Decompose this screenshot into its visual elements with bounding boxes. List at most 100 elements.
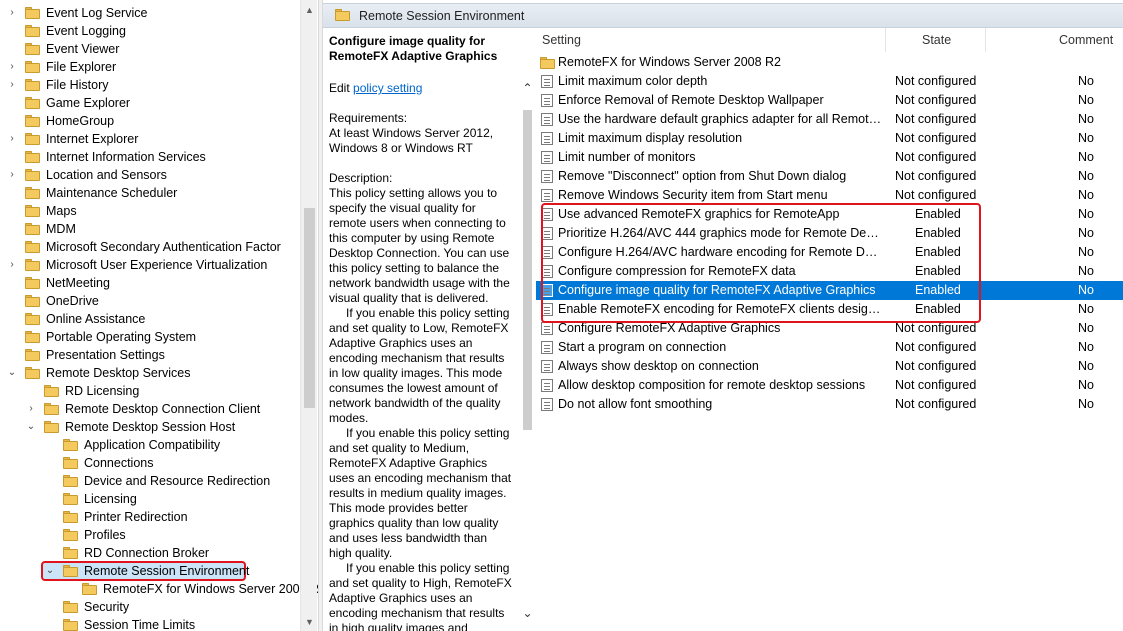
policy-row[interactable]: Allow desktop composition for remote des…	[536, 376, 1123, 395]
tree-item[interactable]: Application Compatibility	[0, 436, 300, 454]
tree-item[interactable]: NetMeeting	[0, 274, 300, 292]
tree-item[interactable]: RD Licensing	[0, 382, 300, 400]
chevron-right-icon[interactable]: ›	[6, 166, 18, 184]
tree-item[interactable]: OneDrive	[0, 292, 300, 310]
settings-list[interactable]: Setting State Comment RemoteFX for Windo…	[536, 28, 1123, 631]
tree-item[interactable]: Event Viewer	[0, 40, 300, 58]
policy-row[interactable]: Limit number of monitors Not configured No	[536, 148, 1123, 167]
chevron-right-icon[interactable]: ›	[6, 76, 18, 94]
tree-item[interactable]: MDM	[0, 220, 300, 238]
policy-row[interactable]: Configure compression for RemoteFX data E…	[536, 262, 1123, 281]
policy-setting-link[interactable]: policy setting	[353, 81, 422, 95]
tree-item[interactable]: Maintenance Scheduler	[0, 184, 300, 202]
tree-item[interactable]: Maps	[0, 202, 300, 220]
setting-comment: No	[1078, 93, 1094, 107]
tree-item-label: Portable Operating System	[46, 330, 197, 344]
setting-name: Use the hardware default graphics adapte…	[558, 112, 883, 126]
chevron-right-icon[interactable]: ›	[25, 400, 37, 418]
policy-row[interactable]: Limit maximum color depth Not configured N…	[536, 72, 1123, 91]
tree-item[interactable]: Device and Resource Redirection	[0, 472, 300, 490]
tree-item[interactable]: ⌄ Remote Desktop Services	[0, 364, 300, 382]
tree-item[interactable]: › Remote Desktop Connection Client	[0, 400, 300, 418]
tree-item[interactable]: Licensing	[0, 490, 300, 508]
setting-state: Enabled	[915, 264, 961, 278]
tree-item[interactable]: Printer Redirection	[0, 508, 300, 526]
tree-item[interactable]: Internet Information Services	[0, 148, 300, 166]
scroll-down-icon[interactable]: ▼	[301, 614, 318, 631]
setting-state: Not configured	[895, 169, 977, 183]
policy-row[interactable]: Use the hardware default graphics adapte…	[536, 110, 1123, 129]
policy-row[interactable]: Always show desktop on connection Not con…	[536, 357, 1123, 376]
tree-item[interactable]: › Internet Explorer	[0, 130, 300, 148]
setting-comment: No	[1078, 359, 1094, 373]
tree-item[interactable]: Online Assistance	[0, 310, 300, 328]
chevron-down-icon[interactable]: ⌄	[6, 364, 18, 382]
tree-item[interactable]: Portable Operating System	[0, 328, 300, 346]
policy-row[interactable]: Configure RemoteFX Adaptive Graphics Not …	[536, 319, 1123, 338]
setting-comment: No	[1078, 207, 1094, 221]
policy-row[interactable]: Start a program on connection Not configu…	[536, 338, 1123, 357]
tree-item[interactable]: Presentation Settings	[0, 346, 300, 364]
description-scroll-thumb[interactable]	[523, 110, 532, 430]
tree-item[interactable]: Microsoft Secondary Authentication Facto…	[0, 238, 300, 256]
chevron-down-icon[interactable]: ⌄	[519, 605, 536, 622]
policy-setting-icon	[541, 265, 553, 278]
tree-item-label: Licensing	[84, 492, 137, 506]
column-header-setting[interactable]: Setting	[542, 28, 581, 52]
chevron-right-icon[interactable]: ›	[6, 256, 18, 274]
policy-row[interactable]: Configure H.264/AVC hardware encoding fo…	[536, 243, 1123, 262]
tree-item-label: Game Explorer	[46, 96, 131, 110]
chevron-down-icon[interactable]: ⌄	[44, 562, 56, 580]
navigation-tree[interactable]: › Event Log Service Event Logging Event Vie…	[0, 0, 318, 631]
tree-item[interactable]: Session Time Limits	[0, 616, 300, 631]
column-divider[interactable]	[985, 28, 986, 52]
policy-row[interactable]: Limit maximum display resolution Not conf…	[536, 129, 1123, 148]
folder-icon	[25, 133, 40, 145]
tree-item[interactable]: › Microsoft User Experience Virtualizatio…	[0, 256, 300, 274]
chevron-right-icon[interactable]: ›	[6, 130, 18, 148]
policy-row[interactable]: Enable RemoteFX encoding for RemoteFX cl…	[536, 300, 1123, 319]
tree-item[interactable]: ⌄ Remote Session Environment	[0, 562, 300, 580]
chevron-up-icon[interactable]: ⌃	[519, 80, 536, 97]
tree-scroll-thumb[interactable]	[304, 208, 315, 408]
description-paragraph-4: If you enable this policy setting and se…	[329, 561, 512, 631]
tree-item[interactable]: Game Explorer	[0, 94, 300, 112]
chevron-right-icon[interactable]: ›	[6, 58, 18, 76]
policy-row[interactable]: Use advanced RemoteFX graphics for Remot…	[536, 205, 1123, 224]
tree-item[interactable]: Event Logging	[0, 22, 300, 40]
tree-item[interactable]: Connections	[0, 454, 300, 472]
policy-row[interactable]: Remove "Disconnect" option from Shut Dow…	[536, 167, 1123, 186]
tree-scrollbar[interactable]: ▲ ▼	[300, 0, 317, 631]
policy-setting-icon	[541, 322, 553, 335]
tree-item[interactable]: › Location and Sensors	[0, 166, 300, 184]
description-scrollbar[interactable]: ⌃ ⌄	[519, 80, 536, 631]
tree-item[interactable]: › File Explorer	[0, 58, 300, 76]
scroll-up-icon[interactable]: ▲	[301, 2, 318, 19]
tree-item[interactable]: Security	[0, 598, 300, 616]
tree-item[interactable]: HomeGroup	[0, 112, 300, 130]
column-header-state[interactable]: State	[922, 28, 951, 52]
policy-row[interactable]: Do not allow font smoothing Not configure…	[536, 395, 1123, 414]
policy-row[interactable]: Remove Windows Security item from Start …	[536, 186, 1123, 205]
list-folder-row[interactable]: RemoteFX for Windows Server 2008 R2	[536, 53, 1123, 72]
chevron-right-icon[interactable]: ›	[6, 4, 18, 22]
tree-item[interactable]: Profiles	[0, 526, 300, 544]
tree-item[interactable]: › Event Log Service	[0, 4, 300, 22]
tree-item[interactable]: › File History	[0, 76, 300, 94]
chevron-down-icon[interactable]: ⌄	[25, 418, 37, 436]
policy-setting-icon	[541, 75, 553, 88]
policy-row[interactable]: Enforce Removal of Remote Desktop Wallpa…	[536, 91, 1123, 110]
tree-item[interactable]: ⌄ Remote Desktop Session Host	[0, 418, 300, 436]
setting-name: RemoteFX for Windows Server 2008 R2	[558, 55, 782, 69]
policy-row[interactable]: Prioritize H.264/AVC 444 graphics mode f…	[536, 224, 1123, 243]
column-divider[interactable]	[885, 28, 886, 52]
column-header-comment[interactable]: Comment	[1059, 28, 1113, 52]
tree-item[interactable]: RemoteFX for Windows Server 2008 R	[0, 580, 318, 598]
tree-item-label: NetMeeting	[46, 276, 110, 290]
tree-item[interactable]: RD Connection Broker	[0, 544, 300, 562]
policy-row[interactable]: Configure image quality for RemoteFX Ada…	[536, 281, 1123, 300]
